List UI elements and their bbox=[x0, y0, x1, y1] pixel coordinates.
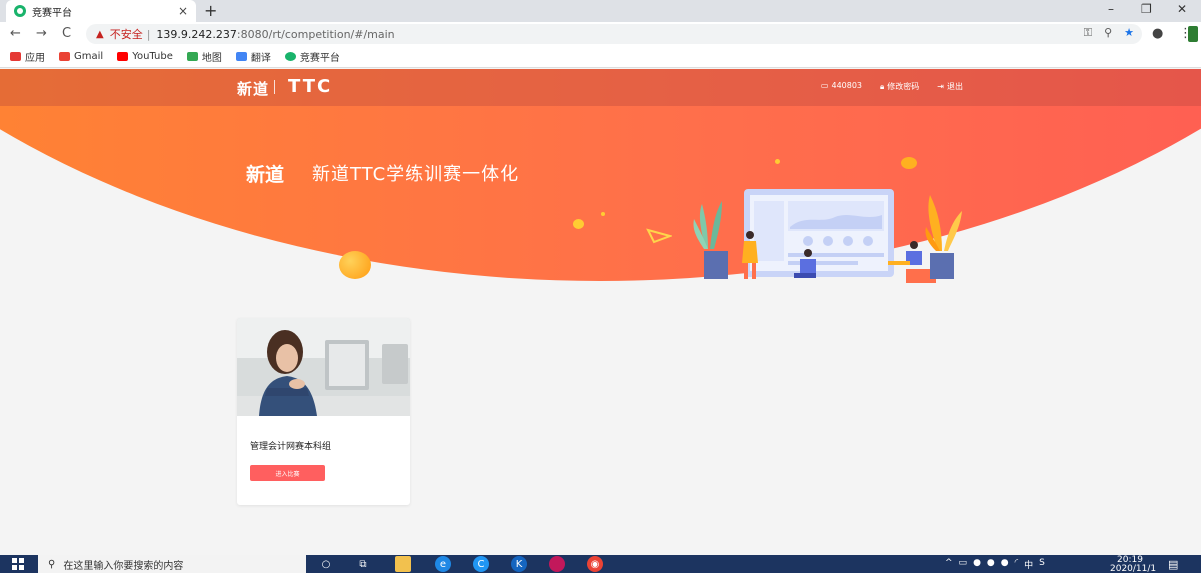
qq-icon[interactable]: ● bbox=[987, 558, 995, 571]
bookmark-star-icon[interactable]: ★ bbox=[1124, 26, 1134, 40]
decor-ball-small bbox=[901, 157, 917, 169]
bookmarks-bar: 应用 Gmail YouTube 地图 翻译 竞赛平台 bbox=[0, 46, 1201, 68]
decor-triangle-icon bbox=[646, 228, 672, 244]
url-host: 139.9.242.237 bbox=[156, 27, 237, 41]
address-bar[interactable]: ▲ 不安全 | 139.9.242.237 :8080/rt/competiti… bbox=[86, 24, 1142, 44]
edge-icon[interactable]: e bbox=[435, 556, 451, 572]
insecure-label[interactable]: 不安全 bbox=[110, 26, 143, 42]
lock-icon: 🔒︎ bbox=[880, 82, 885, 91]
chrome-icon[interactable]: ◉ bbox=[587, 556, 603, 572]
taskbar-search[interactable]: ⚲ 在这里输入你要搜索的内容 bbox=[38, 555, 306, 573]
bluetooth-icon[interactable]: ● bbox=[1001, 558, 1009, 571]
gmail-icon bbox=[59, 52, 70, 61]
logo-divider bbox=[274, 80, 275, 94]
bookmark-maps[interactable]: 地图 bbox=[186, 49, 222, 64]
header-logo[interactable]: 新道 bbox=[237, 78, 269, 99]
card-title: 管理会计网赛本科组 bbox=[250, 442, 332, 452]
network-icon[interactable]: ▭ bbox=[959, 558, 968, 571]
plant-left-icon bbox=[693, 201, 728, 279]
search-placeholder: 在这里输入你要搜索的内容 bbox=[63, 560, 184, 572]
bookmark-apps[interactable]: 应用 bbox=[10, 49, 45, 64]
user-id-link[interactable]: ▭ 440803 bbox=[821, 81, 862, 92]
bookmark-gmail[interactable]: Gmail bbox=[59, 51, 103, 62]
decor-ball bbox=[339, 251, 371, 279]
url-path: :8080/rt/competition/#/main bbox=[236, 27, 395, 41]
account-icon[interactable]: ● bbox=[1152, 26, 1163, 41]
back-icon[interactable]: ← bbox=[10, 26, 21, 41]
browser-tab[interactable]: 竞赛平台 × bbox=[6, 0, 196, 22]
site-favicon-icon bbox=[14, 5, 26, 17]
windows-start-icon[interactable] bbox=[12, 558, 24, 570]
bookmark-translate[interactable]: 翻译 bbox=[235, 49, 271, 64]
translate-icon bbox=[235, 52, 247, 61]
zoom-icon[interactable]: ⚲ bbox=[1104, 26, 1112, 40]
forward-icon[interactable]: → bbox=[36, 26, 47, 41]
decor-dot bbox=[601, 212, 605, 216]
tab-close-icon[interactable]: × bbox=[178, 4, 188, 18]
key-icon[interactable]: ⚿ bbox=[1084, 26, 1092, 40]
site-header bbox=[0, 69, 1201, 106]
tab-strip: 竞赛平台 × + – ❐ ✕ bbox=[0, 0, 1201, 22]
hero-title: 新道TTC学练训赛一体化 bbox=[312, 164, 520, 185]
window-close-icon[interactable]: ✕ bbox=[1177, 2, 1187, 16]
card-photo bbox=[237, 318, 410, 416]
monitor-icon bbox=[744, 189, 894, 277]
logout-link[interactable]: ⇥ 退出 bbox=[937, 81, 963, 92]
app-c-icon[interactable]: C bbox=[473, 556, 489, 572]
hero-illustration bbox=[693, 189, 962, 283]
enter-competition-button[interactable]: 进入比赛 bbox=[250, 465, 325, 481]
clock[interactable]: 20:19 2020/11/1 bbox=[1110, 556, 1157, 573]
browser-toolbar: ← → C ▲ 不安全 | 139.9.242.237 :8080/rt/com… bbox=[0, 22, 1201, 46]
url-separator: | bbox=[146, 27, 151, 41]
maps-icon bbox=[186, 52, 198, 61]
new-tab-icon[interactable]: + bbox=[204, 1, 217, 20]
logout-icon: ⇥ bbox=[937, 82, 944, 91]
competition-card[interactable]: 管理会计网赛本科组 进入比赛 bbox=[237, 318, 410, 505]
search-icon: ⚲ bbox=[48, 558, 56, 570]
ime-language[interactable]: 中 bbox=[1024, 558, 1033, 571]
youtube-icon bbox=[117, 52, 129, 61]
bookmark-youtube[interactable]: YouTube bbox=[117, 51, 173, 62]
competition-favicon-icon bbox=[284, 52, 296, 61]
system-tray: ^ ▭ ● ● ● ◜ 中 S bbox=[945, 558, 1045, 571]
reload-icon[interactable]: C bbox=[62, 26, 71, 41]
clock-date: 2020/11/1 bbox=[1110, 564, 1157, 573]
minimize-icon[interactable]: – bbox=[1108, 2, 1114, 16]
id-card-icon: ▭ bbox=[820, 81, 829, 90]
hero-logo: 新道 bbox=[246, 164, 285, 186]
notification-icon[interactable]: ▤ bbox=[1168, 558, 1178, 571]
tray-expand-icon[interactable]: ^ bbox=[945, 558, 953, 571]
extension-icon[interactable] bbox=[1188, 26, 1198, 42]
sogou-icon[interactable]: S bbox=[1039, 558, 1045, 571]
bookmark-competition[interactable]: 竞赛平台 bbox=[284, 49, 340, 64]
person-sitting-icon bbox=[888, 241, 936, 283]
header-logo-ttc[interactable]: TTC bbox=[288, 76, 332, 97]
wechat-icon[interactable]: ● bbox=[973, 558, 981, 571]
restore-icon[interactable]: ❐ bbox=[1141, 2, 1152, 16]
cortana-icon[interactable]: ○ bbox=[318, 556, 334, 572]
wifi-icon[interactable]: ◜ bbox=[1015, 558, 1019, 571]
change-password-link[interactable]: 🔒︎ 修改密码 bbox=[880, 81, 919, 92]
plant-right-icon bbox=[925, 195, 962, 279]
decor-dot bbox=[573, 219, 584, 229]
warning-triangle-icon: ▲ bbox=[96, 28, 104, 40]
task-view-icon[interactable]: ⧉ bbox=[355, 556, 371, 572]
file-explorer-icon[interactable] bbox=[395, 556, 411, 572]
decor-dot bbox=[775, 159, 780, 164]
header-nav: ▭ 440803 🔒︎ 修改密码 ⇥ 退出 bbox=[821, 81, 963, 92]
tab-title: 竞赛平台 bbox=[32, 7, 72, 19]
taskbar: ⚲ 在这里输入你要搜索的内容 ○ ⧉ e C K ◉ ^ ▭ ● ● ● ◜ 中… bbox=[0, 555, 1201, 573]
apps-grid-icon bbox=[10, 52, 21, 61]
page-content: 新道 TTC ▭ 440803 🔒︎ 修改密码 ⇥ 退出 新道 新道TTC学练训赛一体… bbox=[0, 69, 1201, 555]
app-avatar-icon[interactable] bbox=[549, 556, 565, 572]
app-k-icon[interactable]: K bbox=[511, 556, 527, 572]
